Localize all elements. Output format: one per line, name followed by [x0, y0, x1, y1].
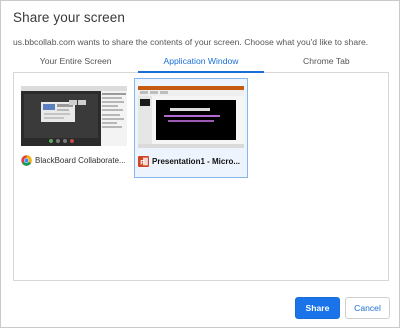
window-tile-blackboard[interactable]: BlackBoard Collaborate...	[18, 78, 132, 178]
chrome-icon	[21, 154, 32, 166]
powerpoint-icon: P	[138, 155, 149, 167]
window-tile-label: P Presentation1 - Micro...	[138, 154, 244, 168]
window-thumbnail	[21, 86, 127, 146]
window-title-blackboard: BlackBoard Collaborate...	[35, 155, 126, 165]
blackboard-thumbnail-image	[21, 86, 127, 146]
share-button[interactable]: Share	[295, 297, 340, 319]
powerpoint-thumbnail-image	[138, 86, 244, 148]
share-source-tabs: Your Entire Screen Application Window Ch…	[13, 53, 389, 73]
tab-chrome-tab[interactable]: Chrome Tab	[264, 53, 389, 72]
dialog-title: Share your screen	[13, 10, 126, 25]
window-list-panel: BlackBoard Collaborate... P Presentation…	[13, 73, 389, 281]
share-screen-dialog: Share your screen us.bbcollab.com wants …	[0, 0, 400, 328]
window-tile-label: BlackBoard Collaborate...	[21, 153, 127, 167]
window-title-powerpoint: Presentation1 - Micro...	[152, 156, 241, 166]
svg-text:P: P	[140, 159, 145, 166]
dialog-subtitle: us.bbcollab.com wants to share the conte…	[13, 37, 369, 47]
tab-entire-screen[interactable]: Your Entire Screen	[13, 53, 138, 72]
cancel-button[interactable]: Cancel	[345, 297, 390, 319]
window-thumbnail	[138, 86, 244, 148]
window-tile-powerpoint[interactable]: P Presentation1 - Micro...	[134, 78, 248, 178]
tab-application-window[interactable]: Application Window	[138, 53, 264, 73]
